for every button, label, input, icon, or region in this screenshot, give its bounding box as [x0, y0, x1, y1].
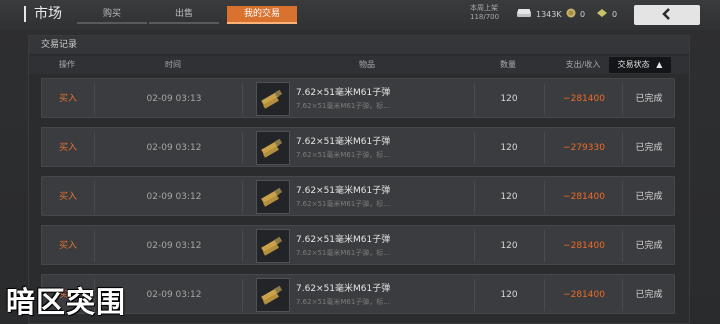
- status-cell: 已完成: [635, 290, 663, 300]
- ticket-value: 0: [612, 9, 618, 19]
- ammo-item-icon[interactable]: [256, 229, 290, 263]
- ammo-item-icon[interactable]: [256, 278, 290, 312]
- row-divider: [94, 230, 95, 262]
- table-row[interactable]: 买入 02-09 03:12 7.62×51毫米M61子弹 7.62×51毫米M61子…: [41, 225, 675, 265]
- tab-my-trades[interactable]: 我的交易: [227, 6, 297, 24]
- page-title: 市场: [24, 6, 62, 22]
- ammo-item-icon[interactable]: [256, 180, 290, 214]
- amount-cell: −281400: [563, 192, 605, 202]
- row-divider: [94, 83, 95, 115]
- ammo-item-icon[interactable]: [256, 82, 290, 116]
- row-divider: [242, 181, 243, 213]
- game-logo: 暗区突围: [0, 275, 160, 324]
- item-name: 7.62×51毫米M61子弹: [296, 137, 391, 147]
- tab-buy[interactable]: 购买: [77, 6, 147, 24]
- item-description: 7.62×51毫米M61子弹，标...: [296, 102, 390, 110]
- amount-cell: −281400: [563, 290, 605, 300]
- status-sort-button[interactable]: 交易状态 ▲: [609, 57, 671, 73]
- market-tabs: 购买 出售 我的交易: [77, 6, 299, 24]
- weekly-listing-label: 本周上架: [470, 4, 498, 12]
- item-description: 7.62×51毫米M61子弹，标...: [296, 298, 390, 306]
- tab-sell[interactable]: 出售: [149, 6, 219, 24]
- chevron-left-icon: [660, 6, 674, 25]
- table-row[interactable]: 买入 02-09 03:12 7.62×51毫米M61子弹 7.62×51毫米M61子…: [41, 176, 675, 216]
- status-cell: 已完成: [635, 241, 663, 251]
- quantity-cell: 120: [500, 143, 518, 153]
- action-cell: 买入: [58, 241, 77, 251]
- row-divider: [242, 132, 243, 164]
- weekly-listing-value: 118/700: [470, 13, 500, 21]
- money-value: 1343K: [536, 9, 562, 19]
- row-divider: [242, 83, 243, 115]
- status-cell: 已完成: [635, 94, 663, 104]
- money-stack-icon: [516, 8, 532, 20]
- col-time: 时间: [165, 60, 181, 69]
- time-cell: 02-09 03:12: [146, 143, 202, 153]
- time-cell: 02-09 03:12: [146, 192, 202, 202]
- item-name: 7.62×51毫米M61子弹: [296, 284, 391, 294]
- action-cell: 买入: [58, 94, 77, 104]
- status-cell: 已完成: [635, 192, 663, 202]
- coin-value: 0: [580, 9, 586, 19]
- caret-up-icon: ▲: [656, 60, 663, 69]
- row-divider: [94, 181, 95, 213]
- action-cell: 买入: [58, 143, 77, 153]
- currency-coin: 0: [566, 8, 585, 20]
- time-cell: 02-09 03:13: [146, 94, 202, 104]
- ammo-item-icon[interactable]: [256, 131, 290, 165]
- item-name: 7.62×51毫米M61子弹: [296, 88, 391, 98]
- currency-money: 1343K: [516, 8, 562, 20]
- row-divider: [242, 279, 243, 311]
- quantity-cell: 120: [500, 290, 518, 300]
- table-row[interactable]: 买入 02-09 03:13 7.62×51毫米M61子弹 7.62×51毫米M61子…: [41, 78, 675, 118]
- row-divider: [94, 132, 95, 164]
- item-name: 7.62×51毫米M61子弹: [296, 186, 391, 196]
- quantity-cell: 120: [500, 94, 518, 104]
- amount-cell: −279330: [563, 143, 605, 153]
- quantity-cell: 120: [500, 192, 518, 202]
- item-description: 7.62×51毫米M61子弹，标...: [296, 200, 390, 208]
- panel-title: 交易记录: [29, 36, 689, 54]
- row-divider: [242, 230, 243, 262]
- weekly-listing-counter: 本周上架 118/700: [470, 4, 499, 22]
- table-row[interactable]: 买入 02-09 03:12 7.62×51毫米M61子弹 7.62×51毫米M61子…: [41, 127, 675, 167]
- quantity-cell: 120: [500, 241, 518, 251]
- status-cell: 已完成: [635, 143, 663, 153]
- top-bar: 市场 购买 出售 我的交易 本周上架 118/700 1343K 0 0: [0, 0, 720, 30]
- ticket-icon: [596, 8, 608, 20]
- back-button[interactable]: [634, 5, 700, 25]
- action-cell: 买入: [58, 192, 77, 202]
- item-name: 7.62×51毫米M61子弹: [296, 235, 391, 245]
- gold-coin-icon: [566, 8, 576, 20]
- item-description: 7.62×51毫米M61子弹，标...: [296, 249, 390, 257]
- amount-cell: −281400: [563, 94, 605, 104]
- currency-ticket: 0: [596, 8, 617, 20]
- status-sort-label: 交易状态: [617, 60, 650, 69]
- logo-text: 暗区突围: [6, 284, 127, 319]
- col-item: 物品: [359, 60, 375, 69]
- item-description: 7.62×51毫米M61子弹，标...: [296, 151, 390, 159]
- col-action: 操作: [59, 60, 75, 69]
- time-cell: 02-09 03:12: [146, 241, 202, 251]
- table-header: 操作 时间 物品 数量 支出/收入 交易状态 ▲: [29, 56, 689, 74]
- col-quantity: 数量: [500, 60, 516, 69]
- amount-cell: −281400: [563, 241, 605, 251]
